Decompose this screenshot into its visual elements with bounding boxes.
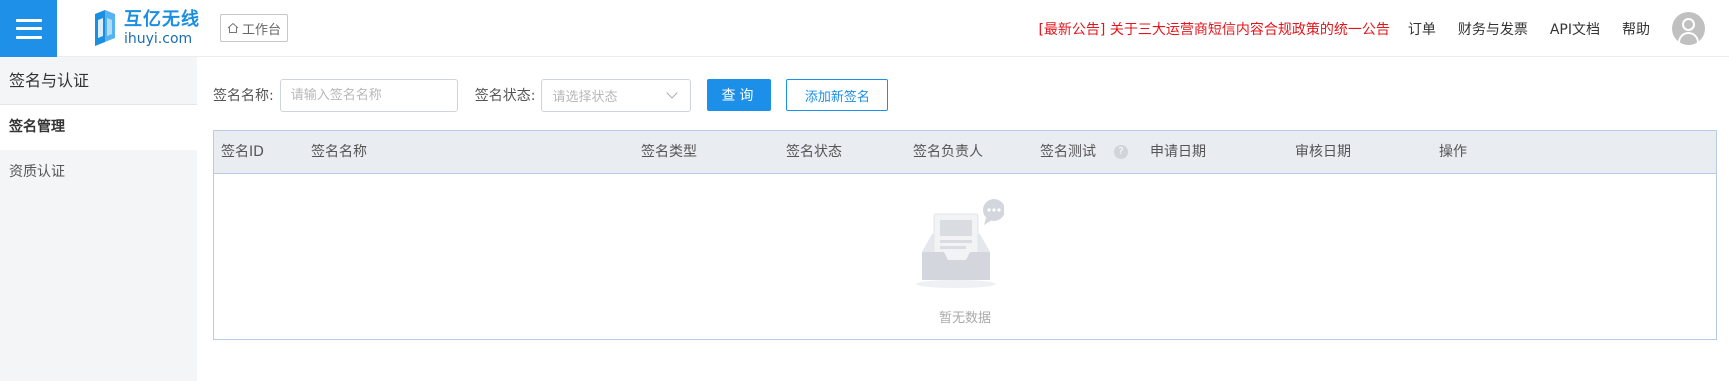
column-header-name: 签名名称 xyxy=(311,144,367,160)
user-avatar-icon[interactable] xyxy=(1672,12,1705,45)
add-signature-button[interactable]: 添加新签名 xyxy=(786,79,889,111)
table-body: 暂无数据 xyxy=(214,174,1716,339)
column-header-test: 签名测试? xyxy=(1040,131,1128,174)
sidebar-title: 签名与认证 xyxy=(0,57,197,105)
chevron-down-icon xyxy=(666,87,679,99)
filter-bar: 签名名称: 签名状态: 请选择状态 查询 添加新签名 xyxy=(213,78,889,112)
signature-name-label: 签名名称: xyxy=(213,88,274,104)
signature-status-select[interactable]: 请选择状态 xyxy=(541,78,692,112)
column-header-apply-date: 申请日期 xyxy=(1150,144,1206,160)
workbench-label: 工作台 xyxy=(242,22,282,38)
nav-link-orders[interactable]: 订单 xyxy=(1408,19,1436,39)
logo-text-cn: 互亿无线 xyxy=(124,8,200,30)
main-content: 签名名称: 签名状态: 请选择状态 查询 添加新签名 签名ID 签名名称 签名类… xyxy=(197,57,1729,381)
column-header-status: 签名状态 xyxy=(786,144,842,160)
brand-logo[interactable]: 互亿无线 ihuyi.com xyxy=(92,8,200,48)
signature-status-label: 签名状态: xyxy=(474,88,536,104)
sidebar-item-signature-management[interactable]: 签名管理 xyxy=(0,105,197,150)
column-header-actions: 操作 xyxy=(1439,144,1467,160)
empty-inbox-icon xyxy=(916,199,1004,288)
column-header-review-date: 审核日期 xyxy=(1295,144,1351,160)
sidebar: 签名与认证 签名管理 资质认证 xyxy=(0,57,197,381)
column-header-type: 签名类型 xyxy=(641,144,697,160)
column-header-test-label: 签名测试 xyxy=(1040,144,1096,160)
help-icon[interactable]: ? xyxy=(1114,145,1128,159)
column-header-owner: 签名负责人 xyxy=(913,144,983,160)
signature-table: 签名ID 签名名称 签名类型 签名状态 签名负责人 签名测试? 申请日期 审核日… xyxy=(213,130,1717,340)
home-icon xyxy=(227,22,239,33)
nav-link-help[interactable]: 帮助 xyxy=(1622,19,1650,39)
workbench-button[interactable]: 工作台 xyxy=(220,14,289,42)
query-button[interactable]: 查询 xyxy=(707,79,772,111)
status-select-placeholder: 请选择状态 xyxy=(552,89,618,105)
table-header: 签名ID 签名名称 签名类型 签名状态 签名负责人 签名测试? 申请日期 审核日… xyxy=(214,131,1716,174)
nav-link-finance[interactable]: 财务与发票 xyxy=(1458,19,1528,39)
logo-text-en: ihuyi.com xyxy=(124,30,193,47)
top-header: 互亿无线 ihuyi.com 工作台 [最新公告] 关于三大运营商短信内容合规政… xyxy=(0,0,1729,57)
logo-mark-icon xyxy=(92,8,118,48)
column-header-id: 签名ID xyxy=(221,144,264,160)
empty-state-text: 暂无数据 xyxy=(938,311,991,326)
nav-link-api-docs[interactable]: API文档 xyxy=(1550,19,1600,39)
notice-link[interactable]: [最新公告] 关于三大运营商短信内容合规政策的统一公告 xyxy=(1038,19,1389,39)
menu-toggle-button[interactable] xyxy=(0,0,57,57)
sidebar-item-qualification[interactable]: 资质认证 xyxy=(0,150,197,195)
signature-name-input[interactable] xyxy=(279,78,458,112)
hamburger-icon xyxy=(15,18,42,39)
